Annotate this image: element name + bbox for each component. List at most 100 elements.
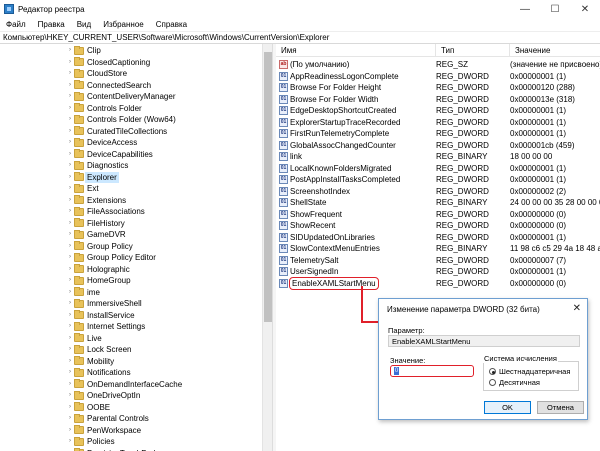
value-row[interactable]: 01 ExplorerStartupTraceRecorded REG_DWORD 0… [276,117,600,129]
expand-chevron-icon[interactable]: › [66,275,74,286]
expand-chevron-icon[interactable]: › [66,310,74,321]
expand-chevron-icon[interactable]: › [66,126,74,137]
tree-item[interactable]: › ContentDeliveryManager [0,91,262,103]
tree-item[interactable]: › Controls Folder (Wow64) [0,114,262,126]
address-bar[interactable]: Компьютер\HKEY_CURRENT_USER\Software\Mic… [0,32,600,44]
value-row[interactable]: ab (По умолчанию) REG_SZ (значение не присв… [276,59,600,71]
tree-item[interactable]: › Extensions [0,195,262,207]
value-row[interactable]: 01 Browse For Folder Width REG_DWORD 0x0000… [276,94,600,106]
value-row[interactable]: 01 Browse For Folder Height REG_DWORD 0x000… [276,82,600,94]
tree-item[interactable]: › ClosedCaptioning [0,57,262,69]
expand-chevron-icon[interactable]: › [66,183,74,194]
tree-item[interactable]: › PenWorkspace [0,425,262,437]
tree-item[interactable]: ›PrecisionTouchPad [0,448,262,451]
expand-chevron-icon[interactable]: › [66,195,74,206]
expand-chevron-icon[interactable]: › [66,264,74,275]
expand-chevron-icon[interactable]: › [66,160,74,171]
expand-chevron-icon[interactable]: › [66,218,74,229]
maximize-button[interactable]: ☐ [540,0,570,18]
column-header-value[interactable]: Значение [510,44,600,56]
tree-item[interactable]: › Ext [0,183,262,195]
hex-radio[interactable] [489,368,496,375]
expand-chevron-icon[interactable]: › [66,172,74,183]
ok-button[interactable]: OK [484,401,531,414]
expand-chevron-icon[interactable]: › [66,287,74,298]
expand-chevron-icon[interactable]: › [66,114,74,125]
tree-item[interactable]: › CloudStore [0,68,262,80]
expand-chevron-icon[interactable]: › [66,91,74,102]
dec-radio[interactable] [489,379,496,386]
tree-item[interactable]: › Controls Folder [0,103,262,115]
minimize-button[interactable]: — [510,0,540,18]
expand-chevron-icon[interactable]: › [66,252,74,263]
value-row[interactable]: 01 UserSignedIn REG_DWORD 0x00000001 (1) [276,266,600,278]
tree-item[interactable]: › HomeGroup [0,275,262,287]
tree-item[interactable]: › Live [0,333,262,345]
value-row[interactable]: 01 ShowFrequent REG_DWORD 0x00000000 (0) [276,209,600,221]
value-row[interactable]: 01 ShowRecent REG_DWORD 0x00000000 (0) [276,220,600,232]
tree-item[interactable]: › Explorer [0,171,262,184]
expand-chevron-icon[interactable]: › [66,149,74,160]
expand-chevron-icon[interactable]: › [66,229,74,240]
tree-item[interactable]: › DeviceAccess [0,137,262,149]
value-input[interactable]: 0 [390,365,474,377]
value-row[interactable]: 01 FirstRunTelemetryComplete REG_DWORD 0x00… [276,128,600,140]
menu-file[interactable]: Файл [0,20,32,29]
column-header-name[interactable]: Имя [276,44,436,56]
tree-item[interactable]: › ime [0,287,262,299]
expand-chevron-icon[interactable]: › [66,321,74,332]
tree-scrollbar[interactable] [262,44,272,451]
expand-chevron-icon[interactable]: › [66,206,74,217]
tree-item[interactable]: › CuratedTileCollections [0,126,262,138]
hex-radio-label[interactable]: Шестнадцатеричная [499,367,570,376]
tree-item[interactable]: › Diagnostics [0,160,262,172]
tree-item[interactable]: › Policies [0,436,262,448]
expand-chevron-icon[interactable]: › [66,68,74,79]
dialog-close-button[interactable]: ✕ [573,303,581,314]
value-row[interactable]: 01 EnableXAMLStartMenu REG_DWORD 0x00000000… [276,276,600,290]
expand-chevron-icon[interactable]: › [66,379,74,390]
expand-chevron-icon[interactable]: › [66,103,74,114]
tree-item[interactable]: › Group Policy [0,241,262,253]
tree-item[interactable]: › GameDVR [0,229,262,241]
value-row[interactable]: 01 PostAppInstallTasksCompleted REG_DWORD 0… [276,174,600,186]
tree-item[interactable]: › Mobility [0,356,262,368]
close-button[interactable]: ✕ [570,0,600,18]
cancel-button[interactable]: Отмена [537,401,584,414]
value-row[interactable]: 01 ScreenshotIndex REG_DWORD 0x00000002 (2) [276,186,600,198]
expand-chevron-icon[interactable]: › [66,436,74,447]
value-row[interactable]: 01 SIDUpdatedOnLibraries REG_DWORD 0x000000… [276,232,600,244]
expand-chevron-icon[interactable]: › [66,402,74,413]
expand-chevron-icon[interactable]: › [66,298,74,309]
tree-item[interactable]: › Group Policy Editor [0,252,262,264]
tree-item[interactable]: › Lock Screen [0,344,262,356]
tree-item[interactable]: › ConnectedSearch [0,80,262,92]
dec-radio-label[interactable]: Десятичная [499,378,540,387]
tree-item[interactable]: › OOBE [0,402,262,414]
expand-chevron-icon[interactable]: › [66,80,74,91]
expand-chevron-icon[interactable]: › [66,390,74,401]
tree-item[interactable]: › FileAssociations [0,206,262,218]
tree-item[interactable]: › Clip [0,45,262,57]
value-row[interactable]: 01 ShellState REG_BINARY 24 00 00 00 35 28 … [276,197,600,209]
expand-chevron-icon[interactable]: › [66,413,74,424]
value-row[interactable]: 01 SlowContextMenuEntries REG_BINARY 11 98 … [276,243,600,255]
tree-item[interactable]: › Internet Settings [0,321,262,333]
tree-item[interactable]: › OnDemandInterfaceCache [0,379,262,391]
tree-item[interactable]: › OneDriveOptIn [0,390,262,402]
menu-help[interactable]: Справка [150,20,193,29]
expand-chevron-icon[interactable]: › [66,425,74,436]
tree-item[interactable]: › InstallService [0,310,262,322]
menu-edit[interactable]: Правка [32,20,71,29]
column-header-type[interactable]: Тип [436,44,510,56]
value-row[interactable]: 01 AppReadinessLogonComplete REG_DWORD 0x00… [276,71,600,83]
tree-item[interactable]: › Holographic [0,264,262,276]
menu-view[interactable]: Вид [71,20,97,29]
value-row[interactable]: 01 GlobalAssocChangedCounter REG_DWORD 0x00… [276,140,600,152]
tree-item[interactable]: › Notifications [0,367,262,379]
expand-chevron-icon[interactable]: › [66,45,74,56]
tree-scrollbar-thumb[interactable] [264,52,272,322]
expand-chevron-icon[interactable]: › [66,356,74,367]
value-row[interactable]: 01 LocalKnownFoldersMigrated REG_DWORD 0x00… [276,163,600,175]
expand-chevron-icon[interactable]: › [66,241,74,252]
